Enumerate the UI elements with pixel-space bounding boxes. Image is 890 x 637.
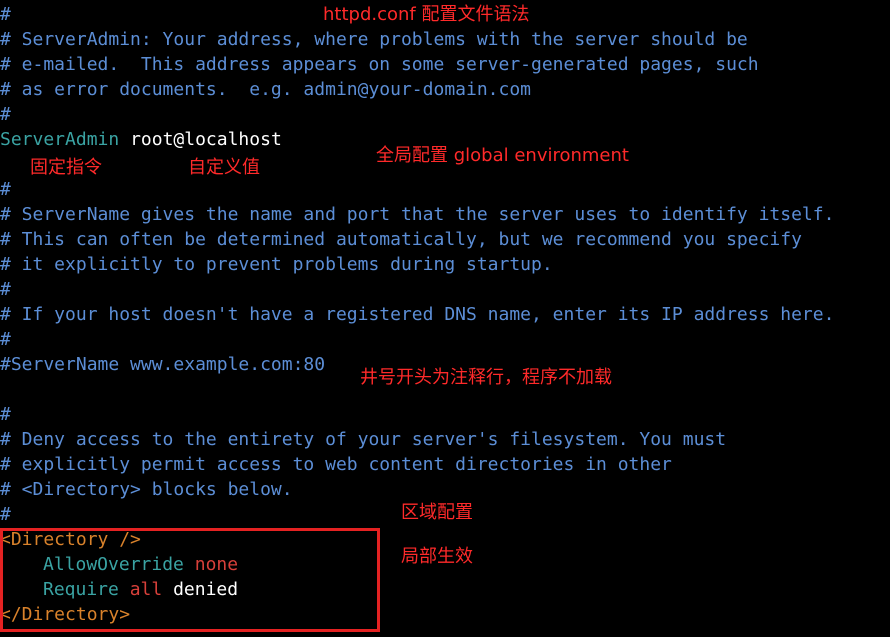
annotation-fixed-directive: 固定指令 (30, 157, 102, 178)
comment-line: # (0, 104, 11, 125)
annotation-custom-value: 自定义值 (188, 157, 260, 178)
comment-line: # (0, 279, 11, 300)
comment-line: # e-mailed. This address appears on some… (0, 54, 759, 75)
directory-block-highlight (0, 528, 380, 632)
annotation-title: httpd.conf 配置文件语法 (323, 4, 530, 25)
comment-line: # <Directory> blocks below. (0, 479, 293, 500)
directive-name: ServerAdmin (0, 129, 120, 150)
annotation-local: 局部生效 (401, 546, 473, 567)
annotation-global: 全局配置 global environment (376, 145, 629, 166)
comment-line: # explicitly permit access to web conten… (0, 454, 672, 475)
comment-line: # as error documents. e.g. admin@your-do… (0, 79, 532, 100)
server-admin-line: ServerAdmin root@localhost (0, 127, 282, 152)
comment-line: # (0, 404, 11, 425)
comment-line: # If your host doesn't have a registered… (0, 304, 835, 325)
commented-servername-line: #ServerName www.example.com:80 (0, 354, 326, 375)
directive-value: root@localhost (130, 129, 282, 150)
comment-line: # ServerAdmin: Your address, where probl… (0, 29, 748, 50)
comment-line: # This can often be determined automatic… (0, 229, 802, 250)
comment-line: # (0, 504, 11, 525)
comment-line: # (0, 4, 11, 25)
comment-line: # (0, 329, 11, 350)
comment-line: # it explicitly to prevent problems duri… (0, 254, 553, 275)
comment-line: # ServerName gives the name and port tha… (0, 204, 835, 225)
comment-line: # Deny access to the entirety of your se… (0, 429, 727, 450)
annotation-comment-note: 井号开头为注释行，程序不加载 (360, 367, 612, 388)
annotation-section: 区域配置 (401, 502, 473, 523)
comment-line: # (0, 179, 11, 200)
